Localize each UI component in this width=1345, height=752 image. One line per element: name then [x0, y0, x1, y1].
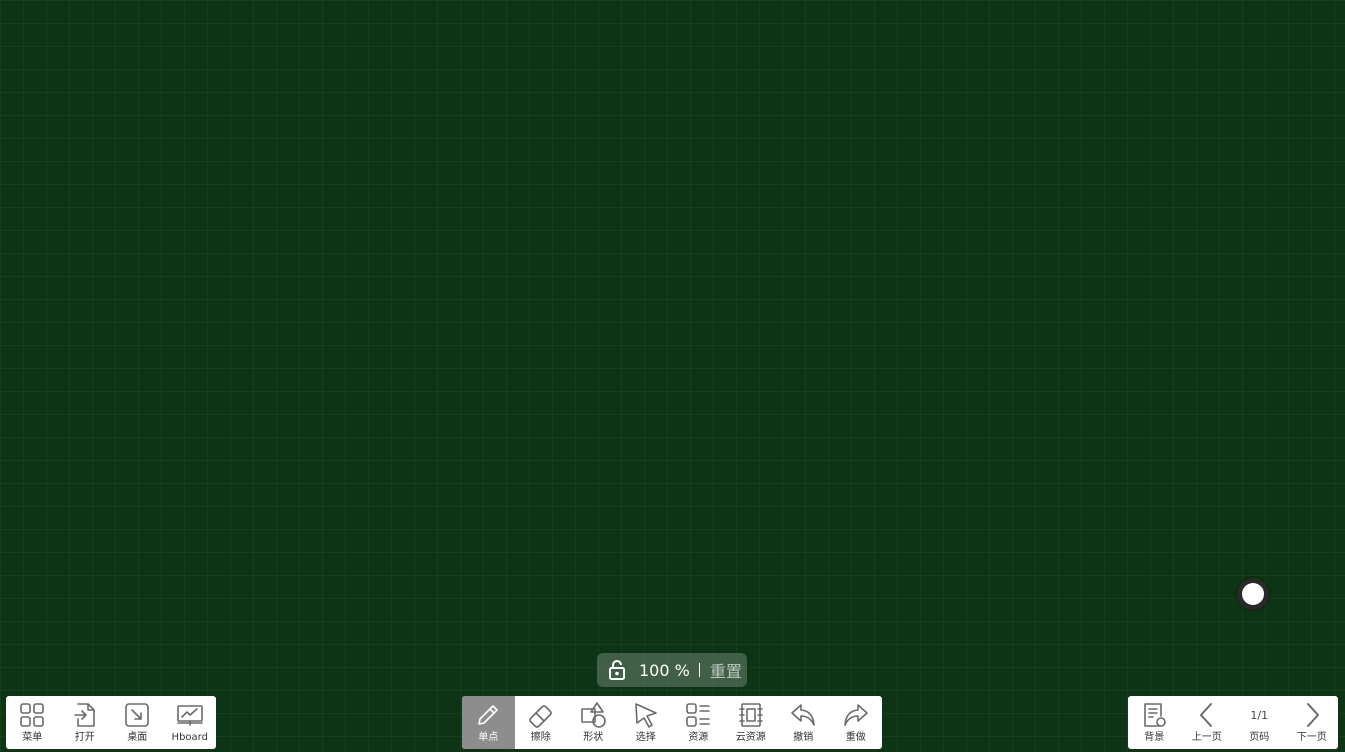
- page-toolbar: 背景 上一页 1/1 页码 下一页: [1128, 696, 1338, 749]
- chevron-left-icon: [1199, 703, 1212, 727]
- background-label: 背景: [1144, 732, 1165, 743]
- redo-button[interactable]: 重做: [830, 696, 883, 749]
- desktop-button[interactable]: 桌面: [111, 696, 164, 749]
- whiteboard-canvas[interactable]: [0, 0, 1345, 752]
- pen-icon: [478, 705, 499, 725]
- open-file-icon: [73, 703, 95, 727]
- resource-button[interactable]: 资源: [672, 696, 725, 749]
- cloud-resource-label: 云资源: [735, 732, 766, 743]
- page-number-label: 页码: [1249, 732, 1270, 743]
- grid-icon: [20, 703, 45, 727]
- undo-button[interactable]: 撤销: [777, 696, 830, 749]
- eraser-tool-button[interactable]: 擦除: [515, 696, 568, 749]
- next-page-button[interactable]: 下一页: [1286, 696, 1339, 749]
- previous-page-button[interactable]: 上一页: [1181, 696, 1234, 749]
- undo-icon: [791, 704, 816, 726]
- open-label: 打开: [74, 732, 95, 743]
- menu-label: 菜单: [22, 732, 43, 743]
- drawing-toolbar: 单点 擦除 形状 选择 资源 云资源 撤销 重做: [462, 696, 882, 749]
- select-tool-label: 选择: [635, 732, 656, 743]
- hboard-label: Hboard: [171, 732, 208, 743]
- lock-icon[interactable]: [607, 659, 627, 681]
- shapes-icon: [581, 702, 607, 728]
- shape-tool-button[interactable]: 形状: [567, 696, 620, 749]
- desktop-icon: [125, 703, 150, 727]
- left-toolbar: 菜单 打开 桌面 Hboard: [6, 696, 216, 749]
- background-button[interactable]: 背景: [1128, 696, 1181, 749]
- redo-icon: [843, 704, 868, 726]
- chevron-right-icon: [1306, 703, 1319, 727]
- resource-label: 资源: [688, 732, 709, 743]
- menu-button[interactable]: 菜单: [6, 696, 59, 749]
- resource-list-icon: [686, 703, 711, 727]
- next-page-label: 下一页: [1296, 732, 1327, 743]
- zoom-percent: 100 %: [639, 660, 690, 680]
- eraser-icon: [528, 705, 552, 728]
- hboard-button[interactable]: Hboard: [164, 696, 217, 749]
- previous-page-label: 上一页: [1191, 732, 1222, 743]
- floating-assistive-button[interactable]: [1237, 578, 1269, 610]
- page-indicator: 1/1: [1250, 708, 1269, 722]
- pen-tool-label: 单点: [478, 732, 499, 743]
- zoom-divider: [698, 663, 700, 677]
- page-number-button[interactable]: 1/1 页码: [1233, 696, 1286, 749]
- open-button[interactable]: 打开: [59, 696, 112, 749]
- eraser-tool-label: 擦除: [530, 732, 551, 743]
- desktop-label: 桌面: [127, 732, 148, 743]
- cloud-resource-icon: [738, 703, 763, 727]
- cloud-resource-button[interactable]: 云资源: [725, 696, 778, 749]
- shape-tool-label: 形状: [583, 732, 604, 743]
- select-cursor-icon: [634, 703, 657, 728]
- select-tool-button[interactable]: 选择: [620, 696, 673, 749]
- zoom-reset-button[interactable]: 重置: [710, 658, 742, 682]
- zoom-control: 100 % 重置: [597, 653, 747, 687]
- undo-label: 撤销: [793, 732, 814, 743]
- background-icon: [1144, 703, 1167, 727]
- hboard-icon: [176, 705, 203, 726]
- redo-label: 重做: [845, 732, 866, 743]
- pen-tool-button[interactable]: 单点: [462, 696, 515, 749]
- floating-ball-dot: [1242, 583, 1264, 605]
